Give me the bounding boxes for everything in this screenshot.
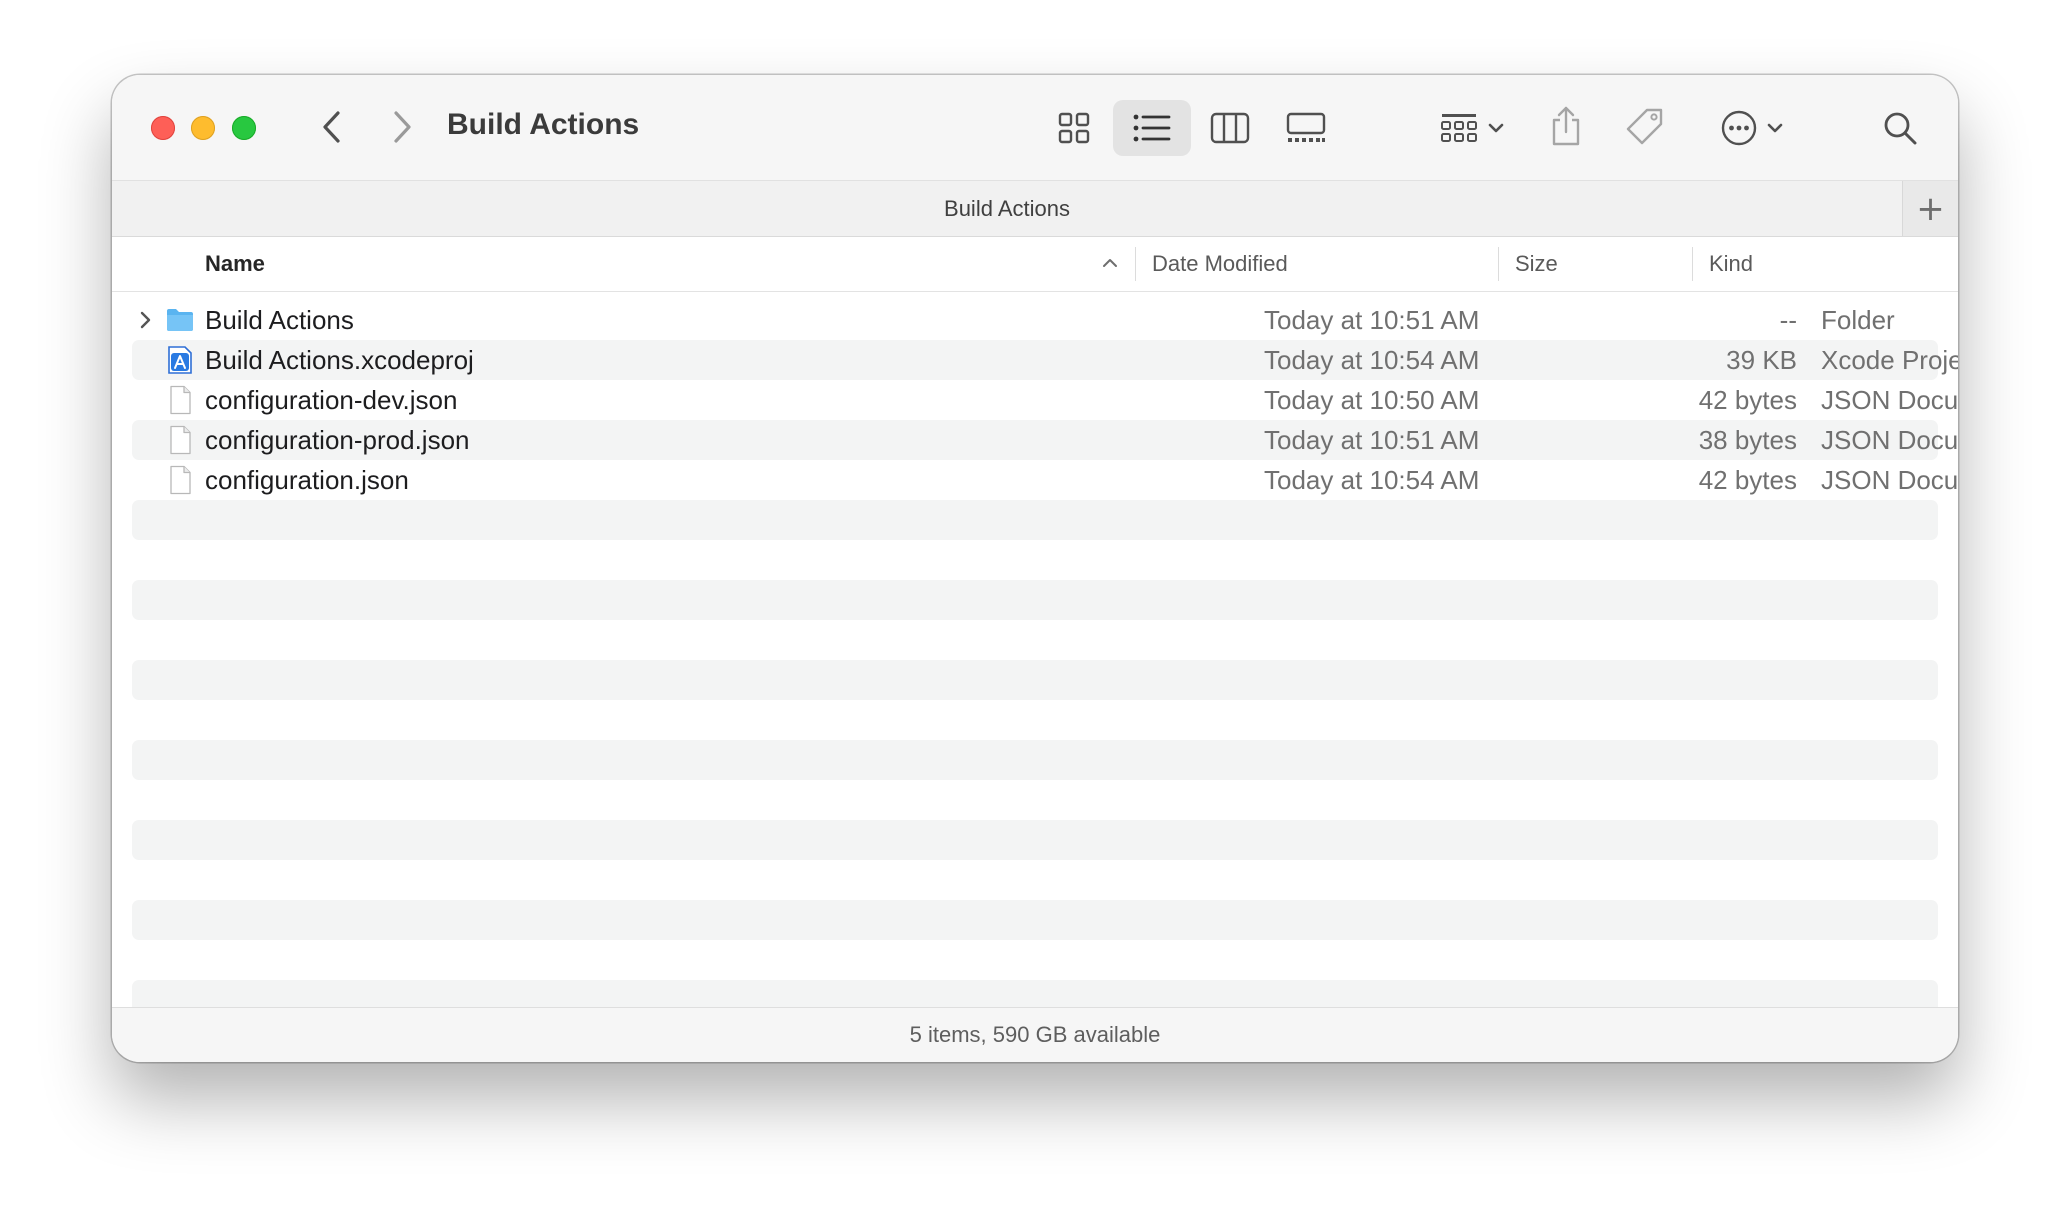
forward-icon [394, 111, 411, 143]
group-by-button[interactable] [1432, 105, 1512, 151]
tab-bar: Build Actions + [112, 181, 1958, 237]
tab-build-actions[interactable]: Build Actions [112, 181, 1902, 236]
file-kind: Folder [1821, 305, 1895, 335]
file-size: 42 bytes [1698, 385, 1797, 415]
forward-button[interactable] [382, 107, 422, 147]
empty-row [132, 740, 1938, 780]
file-row[interactable]: Build Actions.xcodeproj Today at 10:54 A… [132, 340, 1958, 380]
file-kind: JSON Document [1821, 425, 1958, 455]
column-separator[interactable] [1498, 247, 1499, 281]
file-row[interactable]: configuration-prod.json Today at 10:51 A… [132, 420, 1958, 460]
file-name: Build Actions.xcodeproj [205, 345, 474, 375]
file-date-modified: Today at 10:54 AM [1264, 465, 1480, 495]
column-view-button[interactable] [1208, 105, 1252, 151]
gallery-view-button[interactable] [1282, 105, 1330, 151]
zoom-button[interactable] [232, 116, 256, 140]
file-row[interactable]: Build Actions Today at 10:51 AM -- Folde… [132, 300, 1938, 340]
file-date-modified: Today at 10:50 AM [1264, 385, 1480, 415]
column-separator[interactable] [1135, 247, 1136, 281]
file-size: 42 bytes [1698, 465, 1797, 495]
file-name: Build Actions [205, 305, 354, 335]
file-date-modified: Today at 10:54 AM [1264, 345, 1480, 375]
column-header: Name Date Modified Size Kind [112, 237, 1958, 292]
file-date-modified: Today at 10:51 AM [1264, 425, 1480, 455]
file-size: 39 KB [1726, 345, 1797, 375]
empty-row [132, 500, 1938, 540]
folder-icon [167, 309, 193, 331]
chevron-down-icon [1767, 123, 1783, 133]
column-header-kind[interactable]: Kind [1709, 237, 1753, 291]
more-actions-button[interactable] [1710, 105, 1794, 151]
list-view-button[interactable] [1130, 105, 1174, 151]
empty-row [132, 820, 1938, 860]
new-tab-button[interactable]: + [1902, 181, 1958, 236]
chevron-down-icon [1488, 123, 1504, 133]
file-date-modified: Today at 10:51 AM [1264, 305, 1480, 335]
share-icon [1552, 106, 1580, 146]
file-size: -- [1779, 305, 1797, 335]
file-kind: Xcode Project [1821, 345, 1958, 375]
status-bar: 5 items, 590 GB available [112, 1007, 1958, 1062]
list-view-icon [1133, 114, 1171, 142]
window-title: Build Actions [447, 108, 640, 141]
xcodeproj-icon [168, 346, 192, 374]
column-view-icon [1210, 112, 1250, 144]
tag-icon [1626, 108, 1663, 145]
search-button[interactable] [1878, 105, 1922, 151]
disclosure-chevron-icon[interactable] [138, 309, 152, 331]
toolbar: Build Actions [112, 75, 1958, 181]
document-icon [170, 465, 191, 495]
tag-button[interactable] [1622, 103, 1668, 151]
file-kind: JSON Document [1821, 465, 1958, 495]
minimize-button[interactable] [191, 116, 215, 140]
group-icon [1441, 114, 1477, 142]
empty-row [132, 580, 1938, 620]
file-row[interactable]: configuration.json Today at 10:54 AM 42 … [132, 460, 1958, 500]
file-name: configuration-dev.json [205, 385, 458, 415]
document-icon [170, 385, 191, 415]
sort-ascending-icon [1103, 259, 1117, 267]
column-header-name[interactable]: Name [205, 237, 265, 291]
icon-view-button[interactable] [1052, 105, 1096, 151]
document-icon [170, 425, 191, 455]
icon-view-icon [1058, 112, 1090, 144]
more-actions-icon [1721, 110, 1757, 146]
gallery-view-icon [1286, 112, 1326, 142]
column-header-date-modified[interactable]: Date Modified [1152, 237, 1288, 291]
file-name: configuration-prod.json [205, 425, 470, 455]
share-button[interactable] [1544, 101, 1588, 151]
back-button[interactable] [312, 107, 352, 147]
file-kind: JSON Document [1821, 385, 1958, 415]
search-icon [1884, 112, 1917, 145]
empty-row [132, 900, 1938, 940]
finder-window: Build Actions Build Actions + Name Date … [112, 75, 1958, 1062]
file-row[interactable]: configuration-dev.json Today at 10:50 AM… [132, 380, 1958, 420]
column-separator[interactable] [1692, 247, 1693, 281]
empty-row [132, 660, 1938, 700]
column-header-size[interactable]: Size [1515, 237, 1558, 291]
file-size: 38 bytes [1698, 425, 1797, 455]
file-name: configuration.json [205, 465, 409, 495]
close-button[interactable] [151, 116, 175, 140]
back-icon [323, 111, 340, 143]
